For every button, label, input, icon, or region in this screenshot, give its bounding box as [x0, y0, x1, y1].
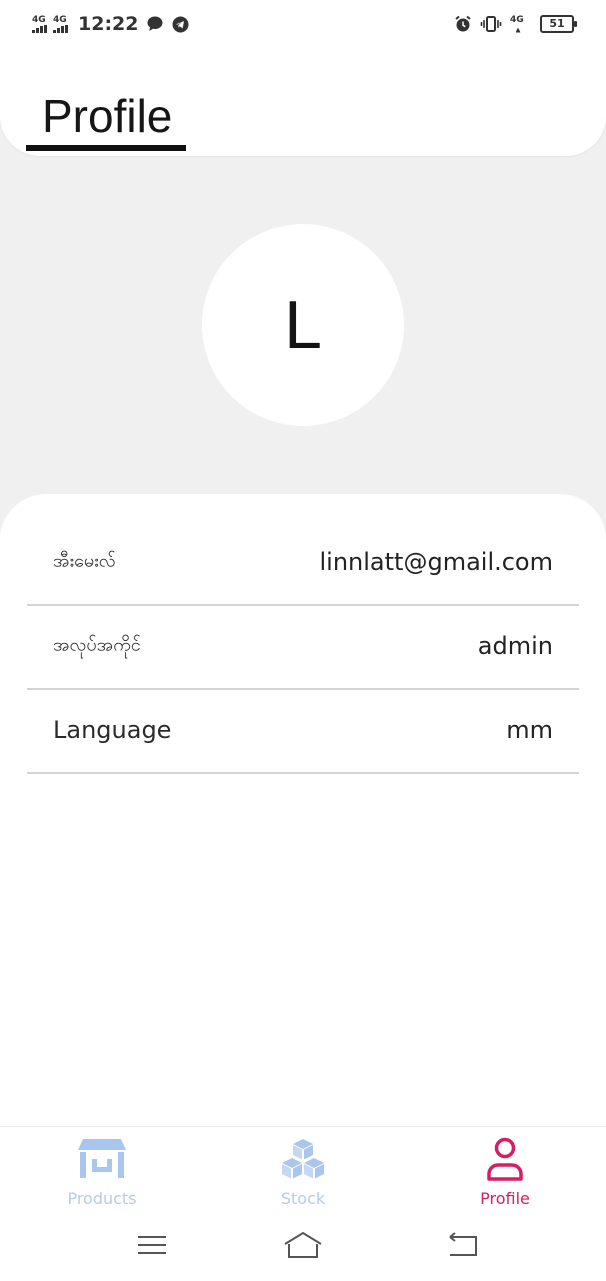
email-value: linnlatt@gmail.com — [319, 548, 554, 576]
network-type: 4G — [53, 14, 67, 25]
boxes-icon — [282, 1139, 324, 1179]
status-bar: 4G 4G 12:22 4G 51 — [0, 0, 606, 46]
role-value: admin — [477, 632, 553, 660]
info-row-email: အီးမေးလ် linnlatt@gmail.com — [27, 520, 579, 606]
telegram-icon — [172, 16, 189, 32]
bottom-navigation: Products Stock Profile — [0, 1126, 606, 1281]
clock: 12:22 — [78, 13, 139, 35]
nav-label: Profile — [480, 1189, 530, 1208]
info-row-role: အလုပ်အကိုင် admin — [27, 604, 579, 690]
title-underline — [26, 145, 186, 151]
nav-label: Stock — [280, 1189, 326, 1208]
battery-icon: 51 — [540, 15, 577, 33]
info-row-language[interactable]: Language mm — [27, 688, 579, 774]
network-type: 4G — [510, 14, 524, 25]
row-label: Language — [53, 716, 172, 744]
system-navigation-bar — [0, 1219, 606, 1281]
vibrate-icon — [480, 16, 502, 32]
row-label: အလုပ်အကိုင် — [53, 634, 141, 656]
chat-bubble-icon — [147, 16, 163, 31]
signal-icon: 4G — [53, 14, 68, 33]
network-type: 4G — [32, 14, 46, 25]
avatar-initial: L — [284, 287, 322, 363]
back-icon[interactable] — [442, 1229, 482, 1261]
nav-item-stock[interactable]: Stock — [203, 1127, 403, 1219]
page-title: Profile — [42, 90, 173, 142]
language-value: mm — [506, 716, 553, 744]
nav-item-profile[interactable]: Profile — [405, 1127, 605, 1219]
menu-icon[interactable] — [132, 1229, 172, 1261]
nav-item-products[interactable]: Products — [2, 1127, 202, 1219]
battery-level: 51 — [549, 17, 565, 30]
row-label: အီးမေးလ် — [53, 550, 116, 572]
signal-icon: 4G — [510, 14, 526, 33]
signal-icon: 4G — [32, 14, 47, 33]
home-icon[interactable] — [283, 1229, 323, 1261]
person-icon — [487, 1137, 523, 1181]
nav-label: Products — [67, 1189, 137, 1208]
avatar[interactable]: L — [202, 224, 404, 426]
store-icon — [78, 1139, 126, 1178]
profile-info-card: အီးမေးလ် linnlatt@gmail.com အလုပ်အကိုင် … — [0, 494, 606, 1134]
alarm-icon — [455, 15, 471, 32]
